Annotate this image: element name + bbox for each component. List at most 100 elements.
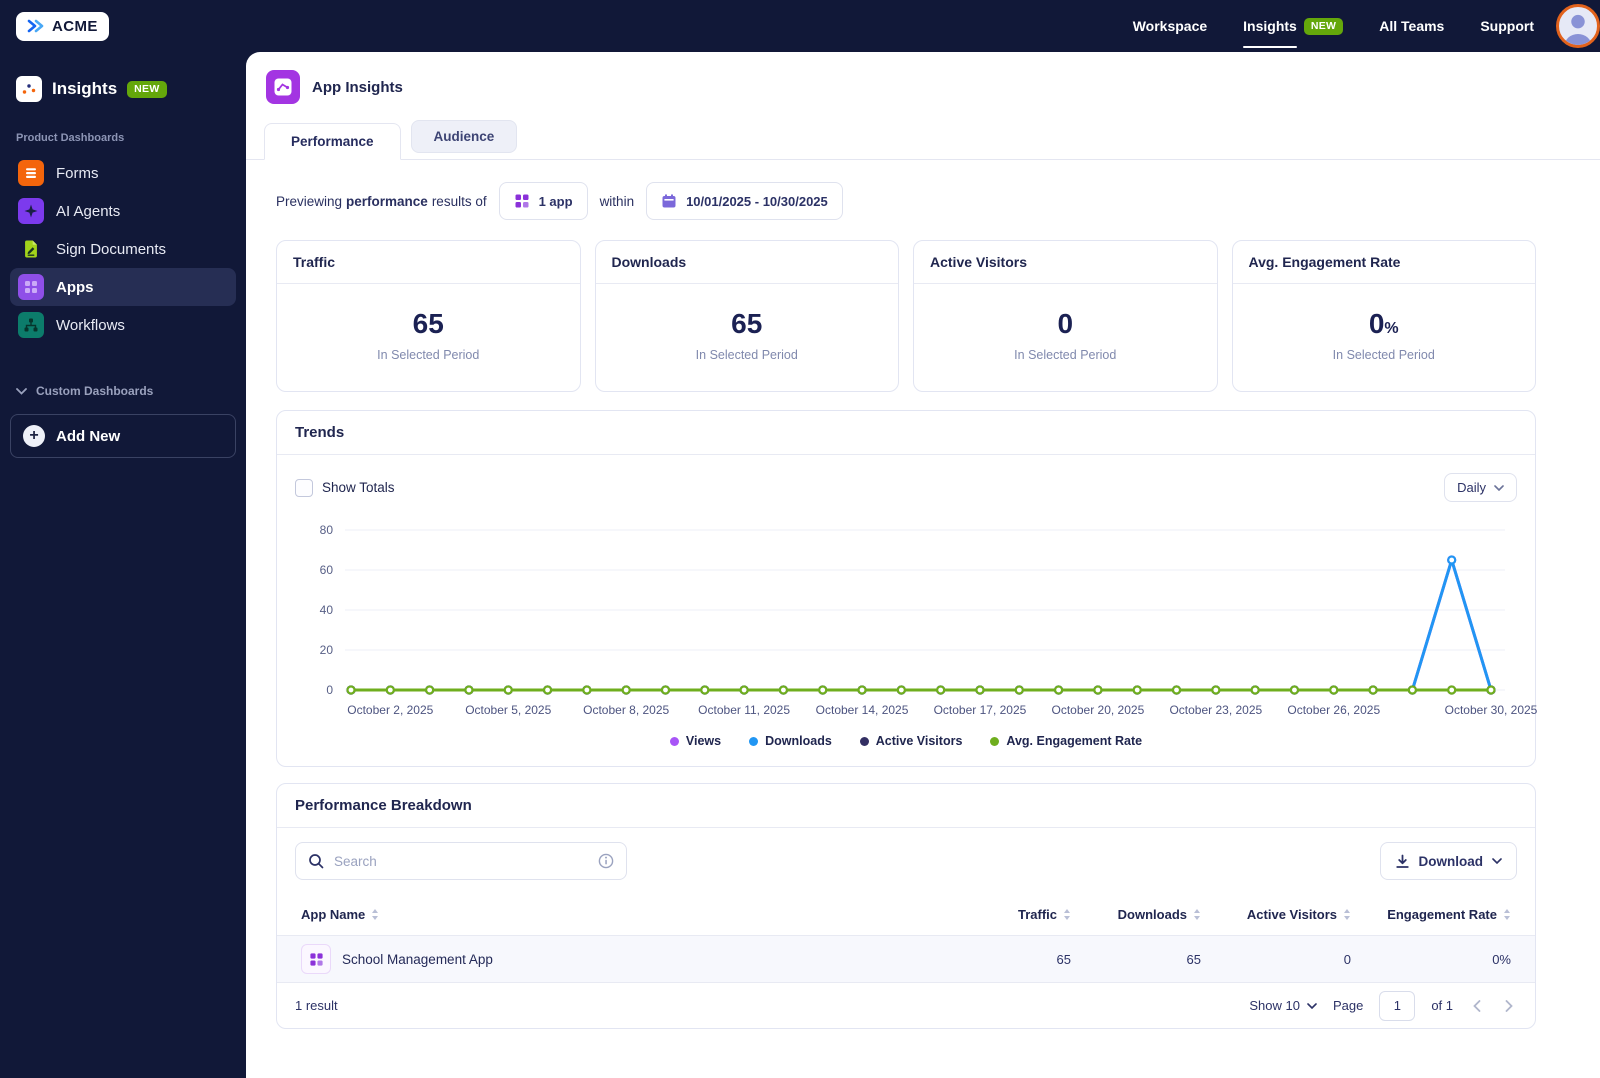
legend-item[interactable]: Active Visitors bbox=[859, 734, 962, 748]
y-axis-label: 20 bbox=[320, 643, 334, 657]
data-point bbox=[660, 685, 671, 695]
legend-dot bbox=[749, 736, 759, 746]
sidebar-new-badge: NEW bbox=[127, 80, 167, 98]
next-page-button[interactable] bbox=[1501, 996, 1517, 1016]
trends-title: Trends bbox=[277, 411, 1535, 455]
sidebar-title: Insights NEW bbox=[16, 76, 232, 102]
tab-bar: Performance Audience bbox=[246, 120, 1600, 160]
data-point bbox=[1486, 685, 1496, 695]
sidebar-item-forms[interactable]: Forms bbox=[10, 154, 236, 192]
chevron-down-icon bbox=[16, 387, 27, 395]
page-number-input[interactable] bbox=[1379, 990, 1416, 1021]
breakdown-toolbar: Download bbox=[277, 828, 1535, 894]
column-engagement-rate[interactable]: Engagement Rate bbox=[1351, 907, 1511, 922]
data-point bbox=[1093, 685, 1103, 695]
stat-value: 65 bbox=[412, 308, 444, 339]
previous-page-button[interactable] bbox=[1469, 996, 1485, 1016]
app-selector-button[interactable]: 1 app bbox=[498, 182, 588, 220]
sort-icon bbox=[1504, 909, 1510, 920]
breakdown-title: Performance Breakdown bbox=[277, 784, 1535, 828]
sidebar-item-ai-agents[interactable]: AI Agents bbox=[10, 192, 236, 230]
table-row[interactable]: School Management App 65 65 0 0% bbox=[277, 936, 1535, 982]
granularity-select[interactable]: Daily bbox=[1444, 473, 1517, 502]
data-point bbox=[582, 685, 592, 695]
data-point bbox=[975, 685, 985, 695]
column-active-visitors[interactable]: Active Visitors bbox=[1201, 907, 1351, 922]
data-point bbox=[739, 685, 749, 695]
x-axis-label: October 30, 2025 bbox=[1445, 703, 1538, 717]
sidebar-item-workflows[interactable]: Workflows bbox=[10, 306, 236, 344]
stat-card-active-visitors: Active Visitors 0 In Selected Period bbox=[913, 240, 1218, 392]
date-range-button[interactable]: 10/01/2025 - 10/30/2025 bbox=[646, 182, 843, 220]
data-point bbox=[385, 685, 395, 695]
x-axis-label: October 14, 2025 bbox=[816, 703, 909, 717]
tab-performance[interactable]: Performance bbox=[264, 123, 401, 160]
data-point bbox=[503, 685, 513, 695]
topbar: ACME Workspace Insights NEW All Teams Su… bbox=[0, 0, 1600, 52]
data-point bbox=[1329, 685, 1339, 695]
user-avatar[interactable] bbox=[1556, 4, 1600, 48]
page-size-select[interactable]: Show 10 bbox=[1249, 998, 1317, 1013]
sidebar: Insights NEW Product Dashboards Forms AI… bbox=[0, 52, 246, 1078]
table-footer: 1 result Show 10 Page of 1 bbox=[277, 982, 1535, 1028]
nav-insights[interactable]: Insights NEW bbox=[1243, 17, 1344, 48]
acme-logo[interactable]: ACME bbox=[16, 11, 109, 41]
nav-workspace[interactable]: Workspace bbox=[1133, 18, 1207, 34]
nav-support[interactable]: Support bbox=[1480, 18, 1534, 34]
data-point bbox=[425, 685, 435, 695]
traffic-cell: 65 bbox=[1056, 951, 1071, 967]
sort-icon bbox=[1344, 909, 1350, 920]
data-point bbox=[1447, 555, 1457, 565]
sign-documents-icon bbox=[18, 236, 44, 262]
filter-text: Previewing performance results of bbox=[276, 193, 487, 209]
results-count: 1 result bbox=[295, 998, 338, 1013]
x-axis-label: October 20, 2025 bbox=[1052, 703, 1145, 717]
data-point bbox=[818, 685, 828, 695]
legend-dot bbox=[990, 736, 1000, 746]
sidebar-item-apps[interactable]: Apps bbox=[10, 268, 236, 306]
performance-breakdown-card: Performance Breakdown Download App Name … bbox=[276, 783, 1536, 1029]
column-app-name[interactable]: App Name bbox=[301, 907, 961, 922]
legend-item[interactable]: Avg. Engagement Rate bbox=[990, 734, 1142, 748]
data-point bbox=[1053, 685, 1064, 695]
plus-icon: + bbox=[23, 425, 45, 447]
sidebar-item-sign-documents[interactable]: Sign Documents bbox=[10, 230, 236, 268]
chevron-left-icon bbox=[1473, 999, 1481, 1012]
app-insights-icon bbox=[266, 70, 300, 104]
data-point bbox=[1407, 685, 1417, 695]
data-point bbox=[700, 685, 710, 695]
stat-value: 0 bbox=[1057, 308, 1074, 339]
stat-card-traffic: Traffic 65 In Selected Period bbox=[276, 240, 581, 392]
nav-all-teams[interactable]: All Teams bbox=[1379, 18, 1444, 34]
x-axis-label: October 23, 2025 bbox=[1169, 703, 1262, 717]
add-new-button[interactable]: + Add New bbox=[10, 414, 236, 458]
y-axis-label: 0 bbox=[326, 683, 333, 697]
data-point bbox=[1250, 685, 1260, 695]
sort-icon bbox=[1064, 909, 1070, 920]
trend-chart: 0 20 40 60 80 October 2, 2025 October 5, 2025 O… bbox=[277, 508, 1538, 726]
tab-audience[interactable]: Audience bbox=[410, 120, 518, 153]
chevron-down-icon bbox=[1492, 858, 1502, 864]
page-header: App Insights bbox=[246, 52, 1600, 104]
column-downloads[interactable]: Downloads bbox=[1071, 907, 1201, 922]
custom-dashboards-toggle[interactable]: Custom Dashboards bbox=[16, 384, 230, 398]
show-totals-checkbox[interactable]: Show Totals bbox=[295, 478, 395, 497]
x-axis-label: October 11, 2025 bbox=[698, 703, 790, 717]
page-label: Page bbox=[1332, 998, 1364, 1013]
legend-item[interactable]: Downloads bbox=[749, 734, 832, 748]
download-button[interactable]: Download bbox=[1379, 842, 1517, 880]
table-header: App Name Traffic Downloads Active Visito… bbox=[277, 894, 1535, 936]
data-point bbox=[1014, 685, 1024, 695]
section-product-dashboards: Product Dashboards bbox=[16, 132, 125, 144]
download-icon bbox=[1395, 854, 1409, 868]
search-input[interactable] bbox=[334, 853, 588, 869]
info-icon[interactable] bbox=[598, 853, 614, 869]
column-traffic[interactable]: Traffic bbox=[961, 907, 1071, 922]
legend-item[interactable]: Views bbox=[669, 734, 721, 748]
within-label: within bbox=[599, 193, 635, 209]
main-panel: App Insights Performance Audience Previe… bbox=[246, 52, 1600, 1078]
data-point bbox=[778, 685, 789, 695]
engagement-rate-cell: 0% bbox=[1492, 951, 1511, 967]
person-icon bbox=[1559, 7, 1597, 45]
x-axis-label: October 26, 2025 bbox=[1287, 703, 1380, 717]
